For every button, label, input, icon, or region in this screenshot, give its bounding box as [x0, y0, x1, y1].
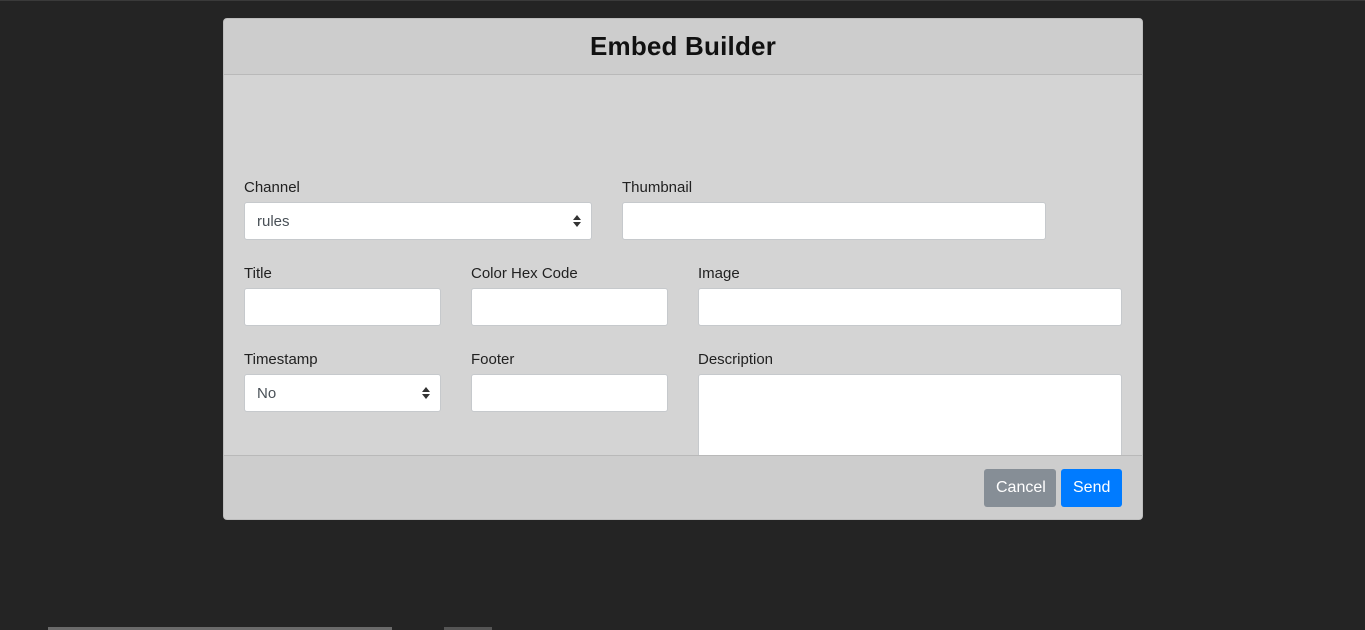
send-button[interactable]: Send — [1061, 469, 1122, 507]
channel-select[interactable]: rules — [244, 202, 592, 240]
image-field: Image — [698, 264, 1122, 326]
footer-field: Footer — [471, 350, 668, 412]
timestamp-label: Timestamp — [244, 351, 318, 368]
title-input[interactable] — [244, 288, 441, 326]
color-hex-code-label: Color Hex Code — [471, 265, 578, 282]
description-label: Description — [698, 351, 774, 368]
modal-body: Channel rules Thumbnail Title Color Hex … — [224, 75, 1142, 472]
cancel-button[interactable]: Cancel — [984, 469, 1056, 507]
title-label: Title — [244, 265, 272, 282]
color-hex-code-field: Color Hex Code — [471, 264, 668, 326]
thumbnail-input[interactable] — [622, 202, 1046, 240]
embed-builder-modal: Embed Builder Channel rules Thumbnail Ti… — [223, 18, 1143, 520]
timestamp-field: Timestamp No — [244, 350, 441, 412]
footer-label: Footer — [471, 351, 515, 368]
channel-field: Channel rules — [244, 178, 592, 240]
image-label: Image — [698, 265, 740, 282]
timestamp-select-value: No — [257, 384, 277, 402]
description-field: Description — [698, 350, 1122, 472]
modal-footer: Cancel Send — [224, 455, 1142, 519]
timestamp-select[interactable]: No — [244, 374, 441, 412]
title-field: Title — [244, 264, 441, 326]
select-caret-icon — [573, 214, 581, 228]
color-hex-code-input[interactable] — [471, 288, 668, 326]
thumbnail-field: Thumbnail — [622, 178, 1046, 240]
channel-label: Channel — [244, 179, 300, 196]
channel-select-value: rules — [257, 212, 290, 230]
footer-input[interactable] — [471, 374, 668, 412]
image-input[interactable] — [698, 288, 1122, 326]
modal-title: Embed Builder — [589, 31, 777, 61]
window-top-edge — [0, 0, 1365, 1]
select-caret-icon — [422, 386, 430, 400]
modal-header: Embed Builder — [224, 19, 1142, 75]
thumbnail-label: Thumbnail — [622, 179, 693, 196]
